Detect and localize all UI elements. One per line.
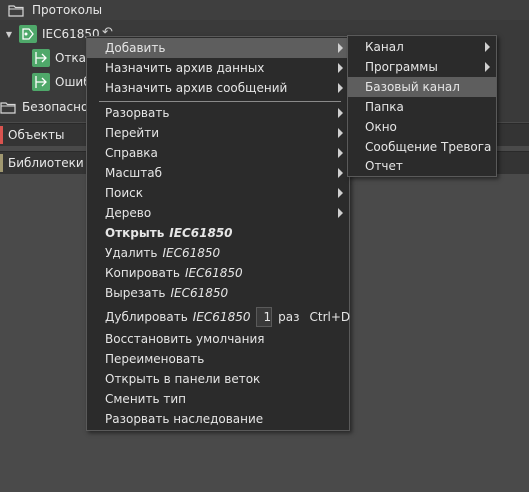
- submenu-arrow-icon: [338, 188, 343, 198]
- menu-item-label: Восстановить умолчания: [105, 332, 265, 346]
- menu-item-label: Справка: [105, 146, 158, 160]
- menu-item-label: Дублировать: [105, 310, 188, 324]
- tree-item-protocols[interactable]: Протоколы: [0, 0, 529, 20]
- submenu-arrow-icon: [485, 62, 490, 72]
- menu-item-duplicate[interactable]: Дублировать IEC61850 1 раз Ctrl+D: [87, 305, 351, 329]
- menu-item-label: Переименовать: [105, 352, 205, 366]
- tree-item-child-2[interactable]: Ошиб: [0, 72, 91, 92]
- menu-separator: [99, 101, 341, 102]
- menu-item-scale[interactable]: Масштаб: [87, 163, 349, 183]
- submenu-item-window[interactable]: Окно: [348, 117, 496, 137]
- menu-item-change-type[interactable]: Сменить тип: [87, 389, 349, 409]
- menu-item-label: Разорвать наследование: [105, 412, 264, 426]
- tree-item-label: Безопаснос: [22, 100, 95, 114]
- menu-item-label: Перейти: [105, 126, 159, 140]
- menu-item-target: IEC61850: [169, 226, 233, 240]
- signal-icon: [32, 73, 50, 91]
- submenu-arrow-icon: [338, 128, 343, 138]
- menu-item-label: Разорвать: [105, 106, 170, 120]
- menu-item-label: Копировать: [105, 266, 180, 280]
- menu-item-label: Папка: [365, 100, 404, 114]
- menu-item-help[interactable]: Справка: [87, 143, 349, 163]
- submenu-arrow-icon: [338, 63, 343, 73]
- menu-item-label: Окно: [365, 120, 397, 134]
- section-label: Объекты: [8, 128, 65, 142]
- menu-item-label: Поиск: [105, 186, 144, 200]
- menu-item-add[interactable]: Добавить: [87, 38, 349, 58]
- menu-item-label: Назначить архив данных: [105, 61, 265, 75]
- menu-item-label: Отчет: [365, 159, 403, 173]
- menu-item-open[interactable]: Открыть IEC61850: [87, 223, 349, 243]
- menu-item-restore-defaults[interactable]: Восстановить умолчания: [87, 329, 349, 349]
- submenu-arrow-icon: [338, 43, 343, 53]
- expand-triangle-icon[interactable]: ▼: [4, 30, 14, 39]
- tree-item-security[interactable]: Безопаснос: [0, 97, 95, 117]
- menu-item-break-inheritance[interactable]: Разорвать наследование: [87, 409, 349, 429]
- menu-item-assign-message-archive[interactable]: Назначить архив сообщений: [87, 78, 349, 98]
- menu-item-label: Открыть: [105, 226, 165, 240]
- section-color-marker: [0, 126, 3, 144]
- menu-item-label: Базовый канал: [365, 80, 460, 94]
- submenu-item-alarm-message[interactable]: Сообщение Тревога: [348, 137, 496, 157]
- menu-item-label: Открыть в панели веток: [105, 372, 261, 386]
- submenu-arrow-icon: [338, 83, 343, 93]
- signal-icon: [32, 49, 50, 67]
- folder-icon: [0, 101, 16, 114]
- menu-item-label: Вырезать: [105, 286, 166, 300]
- iec-device-icon: [19, 25, 37, 43]
- submenu-item-report[interactable]: Отчет: [348, 156, 496, 176]
- context-menu: Добавить Назначить архив данных Назначит…: [86, 36, 350, 431]
- submenu-item-programs[interactable]: Программы: [348, 57, 496, 77]
- menu-item-cut[interactable]: Вырезать IEC61850: [87, 283, 349, 303]
- submenu-item-folder[interactable]: Папка: [348, 97, 496, 117]
- menu-item-open-in-branch-panel[interactable]: Открыть в панели веток: [87, 369, 349, 389]
- menu-item-target: IEC61850: [192, 310, 251, 324]
- menu-item-label: Сообщение Тревога: [365, 140, 492, 154]
- section-label: Библиотеки: [8, 156, 84, 170]
- submenu-arrow-icon: [338, 108, 343, 118]
- menu-item-delete[interactable]: Удалить IEC61850: [87, 243, 349, 263]
- menu-item-assign-data-archive[interactable]: Назначить архив данных: [87, 58, 349, 78]
- menu-item-label: Дерево: [105, 206, 152, 220]
- menu-item-label: Добавить: [105, 41, 166, 55]
- menu-item-label: Канал: [365, 40, 404, 54]
- submenu-item-channel[interactable]: Канал: [348, 37, 496, 57]
- menu-item-copy[interactable]: Копировать IEC61850: [87, 263, 349, 283]
- menu-item-expand[interactable]: Разорвать: [87, 103, 349, 123]
- submenu-arrow-icon: [338, 148, 343, 158]
- menu-item-label: Масштаб: [105, 166, 163, 180]
- menu-item-rename[interactable]: Переименовать: [87, 349, 349, 369]
- duplicate-shortcut: Ctrl+D: [309, 310, 351, 324]
- folder-icon: [8, 4, 24, 17]
- duplicate-count-input[interactable]: 1: [256, 307, 273, 327]
- submenu-item-base-channel[interactable]: Базовый канал: [348, 77, 496, 97]
- menu-item-target: IEC61850: [162, 246, 221, 260]
- menu-item-label: Программы: [365, 60, 438, 74]
- menu-item-label: Сменить тип: [105, 392, 186, 406]
- add-submenu: Канал Программы Базовый канал Папка Окно…: [347, 35, 497, 177]
- section-color-marker: [0, 154, 3, 172]
- tree-item-child-1[interactable]: Отказ: [0, 48, 92, 68]
- menu-item-target: IEC61850: [184, 266, 243, 280]
- menu-item-label: Удалить: [105, 246, 158, 260]
- duplicate-unit-label: раз: [278, 310, 300, 324]
- menu-item-tree[interactable]: Дерево: [87, 203, 349, 223]
- submenu-arrow-icon: [485, 42, 490, 52]
- menu-item-target: IEC61850: [170, 286, 229, 300]
- menu-item-goto[interactable]: Перейти: [87, 123, 349, 143]
- submenu-arrow-icon: [338, 208, 343, 218]
- menu-item-search[interactable]: Поиск: [87, 183, 349, 203]
- submenu-arrow-icon: [338, 168, 343, 178]
- tree-item-label: Протоколы: [32, 3, 103, 17]
- menu-item-label: Назначить архив сообщений: [105, 81, 288, 95]
